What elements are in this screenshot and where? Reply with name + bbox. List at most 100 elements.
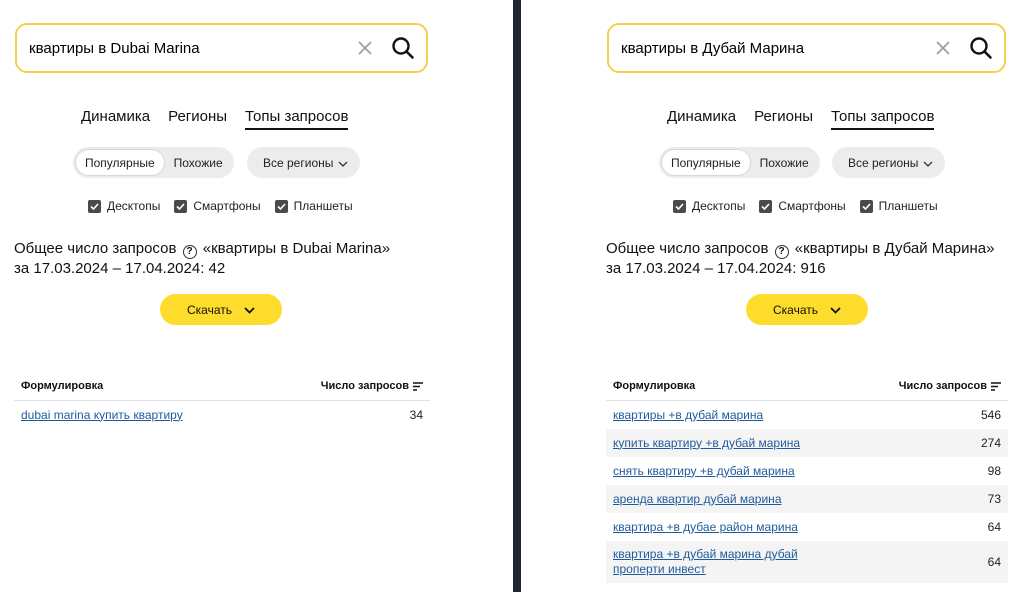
checkbox-smartphones-label: Смартфоны [193, 199, 261, 213]
checkbox-tablets[interactable]: Планшеты [274, 199, 353, 213]
chevron-down-icon [923, 156, 933, 170]
close-icon[interactable] [928, 33, 958, 63]
total-query: «квартиры в Dubai Marina» [202, 240, 391, 257]
search-icon[interactable] [386, 31, 420, 65]
download-label: Скачать [187, 302, 232, 317]
download-button[interactable]: Скачать [160, 294, 282, 325]
search-icon[interactable] [964, 31, 998, 65]
download-label: Скачать [773, 302, 818, 317]
total-query: «квартиры в Дубай Марина» [794, 240, 995, 257]
search-box[interactable]: квартиры в Дубай Марина [607, 23, 1006, 73]
query-count: 274 [980, 436, 1001, 450]
checkbox-smartphones-label: Смартфоны [778, 199, 846, 213]
checkbox-smartphones[interactable]: Смартфоны [759, 199, 846, 213]
popular-similar-switch: Популярные Похожие [73, 147, 234, 178]
screenshot-root: квартиры в Dubai Marina Динамика Регионы… [0, 0, 1024, 592]
device-filters: Десктопы Смартфоны Планшеты [88, 199, 353, 213]
total-label: Общее число запросов [606, 240, 769, 257]
checkbox-desktop[interactable]: Десктопы [88, 199, 160, 213]
column-count[interactable]: Число запросов [321, 380, 423, 392]
total-queries: Общее число запросов ? «квартиры в Dubai… [14, 239, 390, 279]
total-queries-line1: Общее число запросов ? «квартиры в Дубай… [606, 239, 995, 259]
panel-divider [513, 0, 521, 592]
search-input[interactable]: квартиры в Dubai Marina [29, 40, 350, 57]
segment-similar[interactable]: Похожие [751, 149, 818, 176]
checkbox-desktop-label: Десктопы [107, 199, 161, 213]
question-circle-icon[interactable]: ? [774, 245, 789, 259]
table-row: квартира +в дубае район марина 64 [606, 513, 1008, 541]
question-circle-icon[interactable]: ? [182, 245, 197, 259]
column-phrase: Формулировка [613, 380, 696, 392]
regions-dropdown[interactable]: Все регионы [832, 147, 946, 178]
checkmark-icon[interactable] [759, 199, 773, 213]
table-header: Формулировка Число запросов [14, 372, 430, 401]
checkbox-smartphones[interactable]: Смартфоны [174, 199, 261, 213]
tab-top-queries[interactable]: Топы запросов [245, 108, 349, 130]
download-button[interactable]: Скачать [746, 294, 868, 325]
query-link[interactable]: квартира +в дубае район марина [613, 520, 798, 535]
query-link[interactable]: квартира +в дубай марина дубай проперти … [613, 547, 813, 577]
query-count: 64 [987, 555, 1001, 569]
queries-table: Формулировка Число запросов dubai marina… [14, 372, 430, 429]
search-box[interactable]: квартиры в Dubai Marina [15, 23, 428, 73]
tab-bar: Динамика Регионы Топы запросов [667, 108, 935, 130]
table-row: квартира +в дубай марина дубай проперти … [606, 541, 1008, 583]
checkmark-icon[interactable] [174, 199, 188, 213]
query-count: 34 [409, 408, 423, 422]
query-link[interactable]: купить квартиру +в дубай марина [613, 436, 800, 451]
column-count[interactable]: Число запросов [899, 380, 1001, 392]
checkmark-icon[interactable] [88, 199, 101, 213]
checkmark-icon[interactable] [859, 199, 873, 213]
tab-regions[interactable]: Регионы [754, 108, 813, 130]
total-queries-line1: Общее число запросов ? «квартиры в Dubai… [14, 239, 390, 259]
table-row: купить квартиру +в дубай марина 274 [606, 429, 1008, 457]
total-queries: Общее число запросов ? «квартиры в Дубай… [606, 239, 995, 279]
table-row: квартиры +в дубай марина 546 [606, 401, 1008, 429]
tab-top-queries[interactable]: Топы запросов [831, 108, 935, 130]
sort-icon[interactable] [991, 381, 1001, 391]
column-phrase: Формулировка [21, 380, 104, 392]
tab-bar: Динамика Регионы Топы запросов [81, 108, 349, 130]
left-panel: квартиры в Dubai Marina Динамика Регионы… [0, 0, 513, 592]
query-link[interactable]: снять квартиру +в дубай марина [613, 464, 795, 479]
checkmark-icon[interactable] [274, 199, 288, 213]
checkbox-desktop-label: Десктопы [692, 199, 746, 213]
chevron-down-icon [338, 156, 348, 170]
checkbox-tablets[interactable]: Планшеты [859, 199, 938, 213]
table-row: снять квартиру +в дубай марина 98 [606, 457, 1008, 485]
tab-dynamics[interactable]: Динамика [81, 108, 150, 130]
table-row: аренда квартир дубай марина 73 [606, 485, 1008, 513]
query-link[interactable]: dubai marina купить квартиру [21, 408, 183, 423]
tab-regions[interactable]: Регионы [168, 108, 227, 130]
column-count-label: Число запросов [320, 380, 409, 392]
sort-icon[interactable] [413, 381, 423, 391]
checkbox-desktop[interactable]: Десктопы [673, 199, 745, 213]
regions-label: Все регионы [848, 155, 919, 170]
table-row: dubai marina купить квартиру 34 [14, 401, 430, 429]
segment-popular[interactable]: Популярные [75, 149, 165, 176]
checkbox-tablets-label: Планшеты [293, 199, 353, 213]
query-link[interactable]: квартиры +в дубай марина [613, 408, 763, 423]
checkbox-tablets-label: Планшеты [878, 199, 938, 213]
device-filters: Десктопы Смартфоны Планшеты [673, 199, 938, 213]
checkmark-icon[interactable] [673, 199, 686, 213]
regions-label: Все регионы [263, 155, 334, 170]
total-label: Общее число запросов [14, 240, 177, 257]
query-count: 546 [980, 408, 1001, 422]
close-icon[interactable] [350, 33, 380, 63]
query-link[interactable]: аренда квартир дубай марина [613, 492, 782, 507]
table-header: Формулировка Число запросов [606, 372, 1008, 401]
regions-dropdown[interactable]: Все регионы [247, 147, 361, 178]
search-input[interactable]: квартиры в Дубай Марина [621, 40, 928, 57]
query-count: 64 [987, 520, 1001, 534]
total-period-count: за 17.03.2024 – 17.04.2024: 916 [606, 260, 826, 277]
segment-popular[interactable]: Популярные [661, 149, 751, 176]
query-count: 98 [987, 464, 1001, 478]
chevron-down-icon [830, 303, 841, 317]
chevron-down-icon [244, 303, 255, 317]
segment-similar[interactable]: Похожие [165, 149, 232, 176]
queries-table: Формулировка Число запросов квартиры +в … [606, 372, 1008, 583]
tab-dynamics[interactable]: Динамика [667, 108, 736, 130]
total-period-count: за 17.03.2024 – 17.04.2024: 42 [14, 260, 226, 277]
popular-similar-switch: Популярные Похожие [659, 147, 820, 178]
